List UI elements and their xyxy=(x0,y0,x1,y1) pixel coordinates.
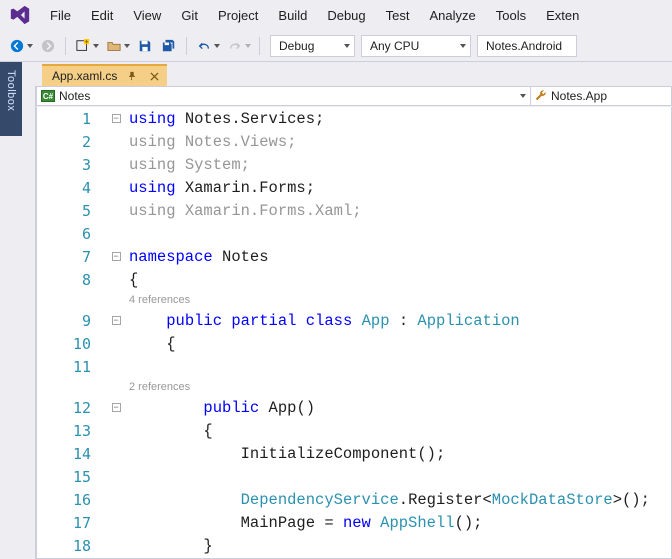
code-line: DependencyService.Register<MockDataStore… xyxy=(125,491,650,509)
line-number: 7 xyxy=(37,248,107,266)
save-all-button[interactable] xyxy=(158,35,180,57)
csharp-badge-icon: C# xyxy=(41,90,55,102)
nav-back-button[interactable] xyxy=(6,35,35,57)
solution-platform-dropdown[interactable]: Any CPU xyxy=(361,35,471,57)
nav-type-dropdown[interactable]: Notes.App xyxy=(531,87,671,105)
line-number: 15 xyxy=(37,468,107,486)
line-number: 18 xyxy=(37,537,107,555)
startup-project-value: Notes.Android xyxy=(486,39,562,53)
code-line: { xyxy=(125,271,138,289)
codelens-references[interactable]: 4 references xyxy=(125,294,190,306)
solution-config-dropdown[interactable]: Debug xyxy=(270,35,355,57)
menu-git[interactable]: Git xyxy=(171,3,208,28)
code-line: public partial class App : Application xyxy=(125,312,520,330)
line-number: 16 xyxy=(37,491,107,509)
close-tab-icon[interactable] xyxy=(147,69,161,83)
code-editor[interactable]: 1−using Notes.Services; 2using Notes.Vie… xyxy=(36,107,672,559)
nav-type-name: Notes.App xyxy=(551,89,607,103)
line-number: 10 xyxy=(37,335,107,353)
toolbox-autohide-tab[interactable]: Toolbox xyxy=(0,62,22,136)
code-line: { xyxy=(125,422,213,440)
nav-forward-button[interactable] xyxy=(37,35,59,57)
dock-gutter xyxy=(0,62,36,559)
menu-extensions[interactable]: Exten xyxy=(536,3,589,28)
code-line: using System; xyxy=(125,156,250,174)
nav-project-dropdown[interactable]: C# Notes xyxy=(37,87,531,105)
code-line: using Notes.Views; xyxy=(125,133,296,151)
line-number: 1 xyxy=(37,110,107,128)
document-tab-title: App.xaml.cs xyxy=(52,69,117,83)
fold-toggle-icon[interactable]: − xyxy=(112,403,121,412)
nav-project-name: Notes xyxy=(59,89,90,103)
menu-analyze[interactable]: Analyze xyxy=(419,3,485,28)
line-number: 3 xyxy=(37,156,107,174)
line-number: 2 xyxy=(37,133,107,151)
save-button[interactable] xyxy=(134,35,156,57)
new-project-button[interactable] xyxy=(72,35,101,57)
standard-toolbar: Debug Any CPU Notes.Android xyxy=(0,30,672,62)
line-number: 12 xyxy=(37,399,107,417)
pin-tab-icon[interactable] xyxy=(125,69,139,83)
startup-project-dropdown[interactable]: Notes.Android xyxy=(477,35,577,57)
open-file-button[interactable] xyxy=(103,35,132,57)
fold-toggle-icon[interactable]: − xyxy=(112,114,121,123)
menu-bar: File Edit View Git Project Build Debug T… xyxy=(0,0,672,30)
editor-nav-bar: C# Notes Notes.App xyxy=(36,86,672,106)
menu-edit[interactable]: Edit xyxy=(81,3,123,28)
code-line: using Notes.Services; xyxy=(125,110,324,128)
line-number: 13 xyxy=(37,422,107,440)
code-line: public App() xyxy=(125,399,315,417)
line-number: 6 xyxy=(37,225,107,243)
menu-debug[interactable]: Debug xyxy=(317,3,375,28)
code-line: InitializeComponent(); xyxy=(125,445,445,463)
solution-config-value: Debug xyxy=(279,39,314,53)
code-line: using Xamarin.Forms; xyxy=(125,179,315,197)
code-line: MainPage = new AppShell(); xyxy=(125,514,482,532)
code-line: { xyxy=(125,335,176,353)
menu-build[interactable]: Build xyxy=(268,3,317,28)
undo-button[interactable] xyxy=(193,35,222,57)
wrench-icon xyxy=(535,89,547,104)
fold-toggle-icon[interactable]: − xyxy=(112,252,121,261)
redo-button[interactable] xyxy=(224,35,253,57)
code-line: using Xamarin.Forms.Xaml; xyxy=(125,202,362,220)
line-number: 4 xyxy=(37,179,107,197)
solution-platform-value: Any CPU xyxy=(370,39,419,53)
code-line: namespace Notes xyxy=(125,248,269,266)
menu-test[interactable]: Test xyxy=(376,3,420,28)
menu-file[interactable]: File xyxy=(40,3,81,28)
codelens-references[interactable]: 2 references xyxy=(125,381,190,393)
line-number: 11 xyxy=(37,358,107,376)
line-number: 17 xyxy=(37,514,107,532)
menu-project[interactable]: Project xyxy=(208,3,268,28)
document-tab-well: App.xaml.cs xyxy=(0,62,672,86)
line-number: 8 xyxy=(37,271,107,289)
document-tab-active[interactable]: App.xaml.cs xyxy=(42,64,167,86)
fold-toggle-icon[interactable]: − xyxy=(112,316,121,325)
line-number: 9 xyxy=(37,312,107,330)
toolbox-label: Toolbox xyxy=(5,70,17,111)
menu-tools[interactable]: Tools xyxy=(486,3,536,28)
editor-area: App.xaml.cs C# Notes Notes.App xyxy=(0,62,672,559)
line-number: 14 xyxy=(37,445,107,463)
vs-logo-icon xyxy=(6,1,34,29)
line-number: 5 xyxy=(37,202,107,220)
menu-view[interactable]: View xyxy=(123,3,171,28)
code-line: } xyxy=(125,537,213,555)
